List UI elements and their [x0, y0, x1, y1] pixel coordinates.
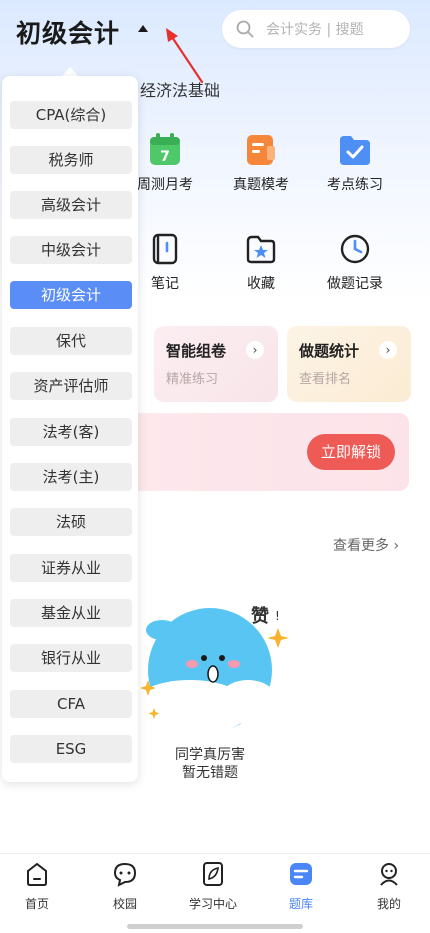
feature-label: 做题记录	[327, 276, 383, 292]
search-input[interactable]: 会计实务 | 搜题	[222, 10, 410, 48]
practice-stats-card[interactable]: 做题统计 查看排名 ›	[287, 326, 411, 402]
dropdown-item-asset-appraiser[interactable]: 资产评估师	[10, 372, 132, 400]
mascot-mark: !	[275, 609, 280, 623]
card-subtitle: 查看排名	[299, 372, 352, 387]
chevron-right-icon: ›	[393, 538, 400, 554]
tab-home[interactable]: 首页	[2, 860, 72, 912]
chevron-right-icon: ›	[379, 341, 397, 359]
mascot-text: 赞	[250, 606, 269, 627]
empty-line-2: 暂无错题	[182, 765, 238, 781]
calendar-icon: 7	[147, 132, 183, 168]
dropdown-item-intermediate-accounting[interactable]: 中级会计	[10, 236, 132, 264]
feature-practice-history[interactable]: 做题记录	[310, 231, 400, 293]
dropdown-item-fund[interactable]: 基金从业	[10, 599, 132, 627]
feature-key-point-practice[interactable]: 考点练习	[310, 132, 400, 194]
exam-type-dropdown: CPA(综合) 税务师 高级会计 中级会计 初级会计 保代 资产评估师 法考(客…	[2, 76, 138, 782]
search-icon	[236, 20, 254, 38]
unlock-button[interactable]: 立即解锁	[307, 434, 395, 470]
see-more-label: 查看更多	[333, 538, 389, 554]
feature-label: 考点练习	[327, 177, 383, 193]
bottom-nav: 首页 校园 学习中心 题库 我的	[0, 853, 430, 933]
star-folder-icon	[243, 231, 279, 267]
empty-state-message: 同学真厉害 暂无错题	[145, 746, 275, 782]
tab-label: 我的	[376, 897, 401, 911]
see-more-link[interactable]: 查看更多 ›	[333, 535, 399, 555]
subject-title[interactable]: 经济法基础	[140, 77, 220, 101]
home-icon	[27, 862, 47, 886]
feature-favorites[interactable]: 收藏	[216, 231, 306, 293]
folder-check-icon	[337, 132, 373, 168]
dropdown-item-sponsor-representative[interactable]: 保代	[10, 327, 132, 355]
dropdown-item-law-exam-objective[interactable]: 法考(客)	[10, 418, 132, 446]
feature-label: 收藏	[247, 276, 275, 292]
dropdown-item-esg[interactable]: ESG	[10, 735, 132, 763]
tab-campus[interactable]: 校园	[90, 860, 160, 912]
calendar-day: 7	[160, 149, 170, 165]
exam-selector-title[interactable]: 初级会计	[16, 14, 120, 50]
smart-paper-card[interactable]: 智能组卷 精准练习 ›	[154, 326, 278, 402]
chevron-right-icon: ›	[246, 341, 264, 359]
top-bar: 初级会计 会计实务 | 搜题	[0, 0, 430, 64]
dropdown-item-banking[interactable]: 银行从业	[10, 644, 132, 672]
card-subtitle: 精准练习	[166, 372, 219, 387]
dropdown-item-tax-advisor[interactable]: 税务师	[10, 146, 132, 174]
dropdown-item-securities[interactable]: 证券从业	[10, 554, 132, 582]
dropdown-item-cfa[interactable]: CFA	[10, 690, 132, 718]
dropdown-item-junior-accounting[interactable]: 初级会计	[10, 281, 132, 309]
home-indicator	[127, 924, 303, 929]
tab-question-bank[interactable]: 题库	[266, 860, 336, 912]
dropdown-item-jm[interactable]: 法硕	[10, 508, 132, 536]
leaf-book-icon	[203, 862, 223, 886]
tab-label: 校园	[112, 897, 137, 911]
question-bank-icon	[290, 863, 312, 885]
dropdown-pointer	[62, 67, 78, 76]
tab-learning-center[interactable]: 学习中心	[178, 860, 248, 912]
dropdown-item-senior-accounting[interactable]: 高级会计	[10, 191, 132, 219]
mascot-illustration: 赞 !	[130, 606, 289, 736]
document-icon	[243, 132, 279, 168]
chat-bubble-icon	[113, 862, 137, 887]
caret-up-icon[interactable]	[138, 25, 148, 32]
clock-icon	[337, 231, 373, 267]
search-placeholder: 会计实务 | 搜题	[266, 22, 364, 38]
dropdown-item-law-exam-subjective[interactable]: 法考(主)	[10, 463, 132, 491]
tab-label: 学习中心	[188, 897, 237, 911]
dropdown-item-cpa[interactable]: CPA(综合)	[10, 101, 132, 129]
feature-label: 真题模考	[233, 177, 289, 193]
profile-icon	[380, 863, 398, 886]
tab-label: 首页	[24, 897, 49, 911]
tab-me[interactable]: 我的	[354, 860, 424, 912]
feature-past-exam-mock[interactable]: 真题模考	[216, 132, 306, 194]
tab-label: 题库	[288, 897, 313, 911]
empty-line-1: 同学真厉害	[175, 747, 245, 763]
notebook-icon	[147, 231, 183, 267]
